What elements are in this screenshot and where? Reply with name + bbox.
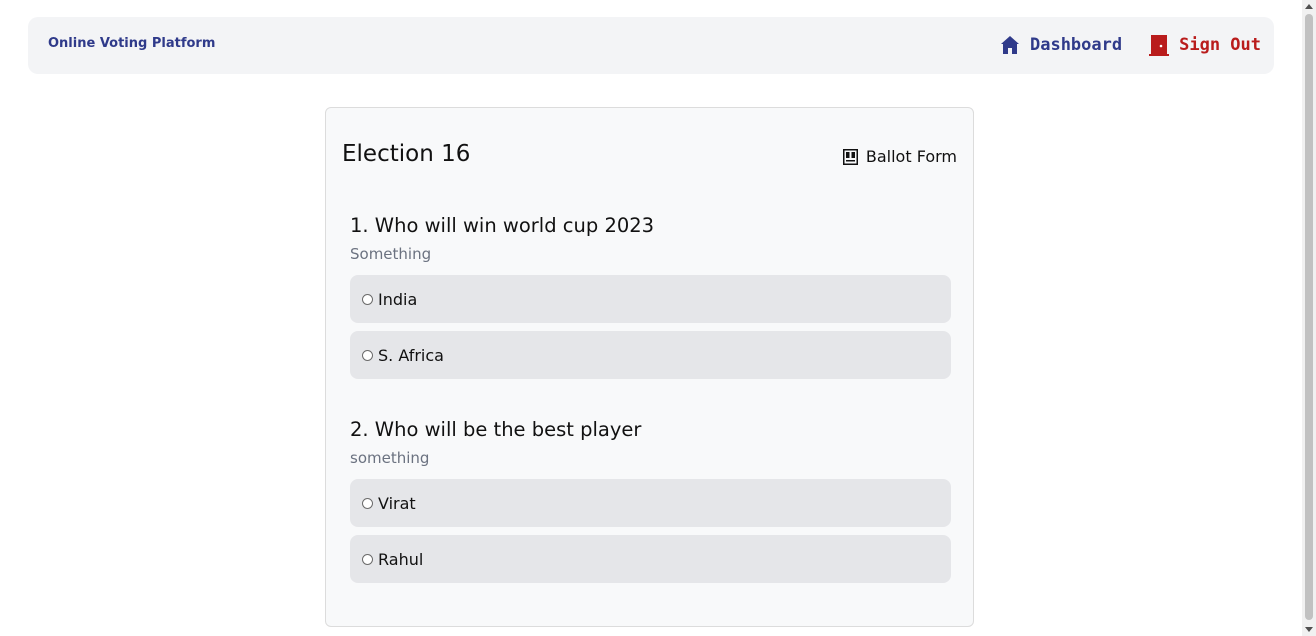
option-s-africa[interactable]: S. Africa [350,331,951,379]
sign-out-link[interactable]: Sign Out [1148,33,1261,57]
radio-button[interactable] [362,293,373,305]
nav-links: Dashboard Sign Out [999,33,1261,57]
question-2: 2. Who will be the best player something… [350,416,951,583]
question-description: Something [350,245,432,263]
ballot-form-text: Ballot Form [865,147,957,166]
election-title: Election 16 [342,141,471,167]
dashboard-link[interactable]: Dashboard [999,34,1122,56]
question-title: 1. Who will win world cup 2023 [350,214,655,237]
ballot-card: Election 16 Ballot Form 1. Who will win … [325,107,974,627]
option-label: India [378,289,418,309]
question-1: 1. Who will win world cup 2023 Something… [350,212,951,379]
option-label: Virat [378,493,416,513]
radio-button[interactable] [362,497,373,509]
question-description: something [350,449,430,467]
radio-button[interactable] [362,553,373,565]
option-label: Rahul [378,549,424,569]
ballot-icon [842,148,858,165]
option-virat[interactable]: Virat [350,479,951,527]
page: Online Voting Platform Dashboard Sign Ou… [0,0,1316,636]
brand-title[interactable]: Online Voting Platform [48,36,215,51]
door-icon [1149,35,1170,56]
sign-out-label: Sign Out [1179,35,1261,55]
radio-button[interactable] [362,349,373,361]
scroll-up-arrow[interactable] [1305,4,1313,9]
scroll-down-arrow[interactable] [1305,627,1313,632]
option-india[interactable]: India [350,275,951,323]
navbar: Online Voting Platform Dashboard Sign Ou… [28,17,1274,74]
ballot-form-label: Ballot Form [842,147,957,166]
option-label: S. Africa [378,345,444,365]
vertical-scrollbar[interactable] [1302,0,1316,636]
question-title: 2. Who will be the best player [350,418,642,441]
option-rahul[interactable]: Rahul [350,535,951,583]
scroll-thumb[interactable] [1305,14,1313,620]
dashboard-label: Dashboard [1029,35,1123,55]
home-icon [1000,36,1019,54]
